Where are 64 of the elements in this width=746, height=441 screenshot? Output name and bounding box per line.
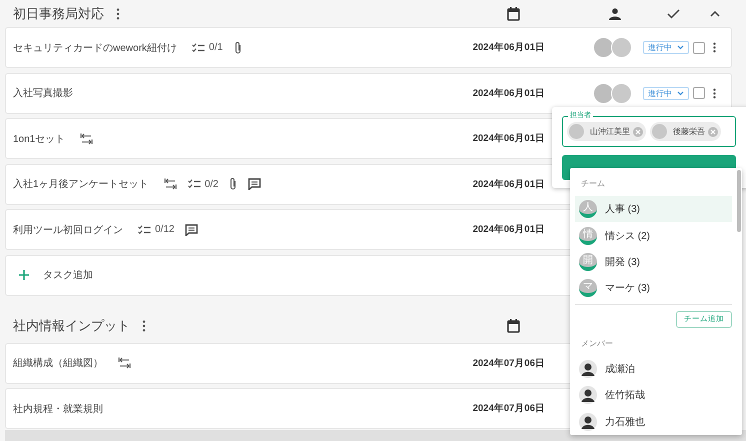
chevron-down-icon: [677, 90, 684, 96]
member-option[interactable]: 成瀬泊: [575, 356, 732, 382]
due-date: 2024年06月01日: [472, 41, 545, 54]
avatar: [611, 37, 632, 58]
due-date: 2024年06月01日: [472, 223, 545, 236]
task-title: セキュリティカードのwework紐付け: [13, 42, 177, 54]
swap-arrows-icon: [118, 357, 131, 370]
due-date: 2024年07月06日: [472, 356, 545, 370]
check-icon[interactable]: [666, 8, 680, 18]
assignee-chip[interactable]: 後藤栄吾: [650, 122, 721, 141]
calendar-icon[interactable]: [507, 318, 520, 333]
swap-arrows-icon: [164, 178, 177, 190]
due-date: 2024年06月01日: [472, 178, 545, 191]
more-icon[interactable]: [116, 8, 120, 20]
task-title: 入社1ヶ月後アンケートセット: [13, 178, 149, 192]
scrollbar[interactable]: [737, 170, 741, 232]
chevron-down-icon: [677, 45, 684, 50]
person-avatar-icon: [579, 412, 597, 431]
checklist-icon: [188, 179, 201, 190]
assignee-chip[interactable]: 山沖江美里: [567, 122, 646, 141]
more-icon[interactable]: [712, 88, 716, 99]
comment-icon: [248, 178, 262, 190]
status-dropdown[interactable]: 進行中: [643, 41, 689, 54]
team-option[interactable]: 人 人事 (3): [575, 196, 732, 222]
task-title: 社内規程・就業規則: [13, 402, 103, 416]
more-icon[interactable]: [712, 42, 716, 53]
task-title: 1on1セット: [13, 132, 66, 146]
checklist-count: 0/2: [204, 178, 218, 190]
task-title: 組織構成（組織図）: [13, 356, 103, 370]
paperclip-icon: [229, 177, 238, 192]
status-dropdown[interactable]: 進行中: [643, 86, 689, 100]
person-icon[interactable]: [609, 8, 621, 20]
paperclip-icon: [234, 40, 242, 54]
swap-arrows-icon: [80, 132, 94, 145]
section-title: 社内情報インプット: [13, 316, 130, 335]
plus-icon: [19, 270, 29, 280]
done-checkbox[interactable]: [693, 42, 705, 54]
person-avatar-icon: [579, 360, 597, 378]
task-card[interactable]: セキュリティカードのwework紐付け 0/1 2024年06月01日 進行中: [5, 27, 732, 68]
checklist-icon: [192, 42, 205, 52]
team-avatar: マ: [579, 279, 597, 298]
checklist-count: 0/1: [208, 42, 223, 53]
person-avatar-icon: [579, 386, 597, 404]
team-avatar: 開: [579, 253, 597, 272]
due-date: 2024年06月01日: [472, 132, 545, 146]
checklist-icon: [138, 224, 151, 235]
checklist-count: 0/12: [155, 224, 174, 236]
comment-icon: [185, 224, 198, 236]
calendar-icon[interactable]: [507, 6, 520, 20]
section-label: チーム: [581, 178, 606, 189]
task-title: 入社写真撮影: [13, 86, 73, 100]
team-option[interactable]: 情 情シス (2): [575, 222, 732, 249]
avatar: [611, 82, 632, 104]
avatar: [593, 82, 614, 104]
avatar: [593, 37, 614, 58]
more-icon[interactable]: [142, 320, 146, 332]
team-avatar: 人: [579, 200, 597, 218]
done-checkbox[interactable]: [693, 87, 705, 100]
task-title: 利用ツール初回ログイン: [13, 224, 123, 237]
section-title: 初日事務局対応: [13, 4, 104, 22]
due-date: 2024年07月06日: [472, 402, 545, 416]
team-avatar: 情: [579, 226, 597, 245]
collapse-icon[interactable]: [710, 10, 720, 16]
due-date: 2024年06月01日: [472, 86, 545, 100]
